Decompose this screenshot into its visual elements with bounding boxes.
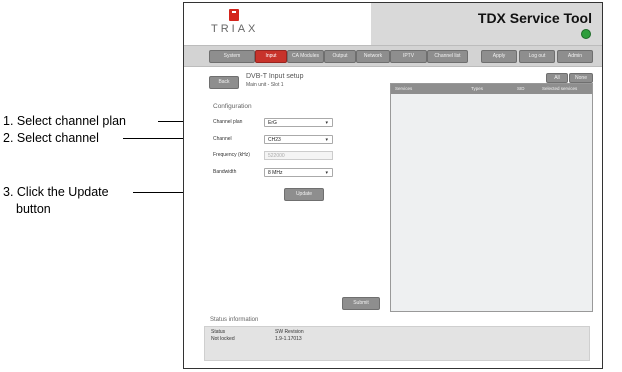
col-selected-services: Selected services	[542, 86, 578, 91]
channel-plan-value: ErG	[268, 120, 277, 126]
annotation-click-update-line2: button	[16, 202, 51, 216]
services-table-header: Services Types SID Selected services	[391, 84, 592, 94]
bandwidth-label: Bandwidth	[213, 169, 237, 175]
status-box: Status Not locked SW Revision 1.9-1.1701…	[204, 326, 590, 361]
col-sid: SID	[517, 86, 525, 91]
chevron-down-icon: ▾	[325, 120, 328, 126]
bandwidth-select[interactable]: 8 MHz ▾	[264, 168, 333, 177]
logout-button[interactable]: Log out	[519, 50, 555, 63]
submit-button[interactable]: Submit	[342, 297, 380, 310]
tool-title: TDX Service Tool	[477, 10, 592, 26]
tab-channel-list[interactable]: Channel list	[427, 50, 468, 63]
bandwidth-value: 8 MHz	[268, 170, 283, 176]
update-button[interactable]: Update	[284, 188, 324, 201]
select-all-button[interactable]: All	[546, 73, 568, 83]
tab-system[interactable]: System	[209, 50, 255, 63]
triax-logo-icon	[229, 9, 239, 21]
tab-ca-modules[interactable]: CA Modules	[287, 50, 324, 63]
chevron-down-icon: ▾	[325, 170, 328, 176]
frequency-field: 522000	[264, 151, 333, 160]
annotation-select-channel: 2. Select channel	[3, 131, 99, 145]
admin-button[interactable]: Admin	[557, 50, 593, 63]
col-types: Types	[471, 86, 484, 91]
annotation-click-update: 3. Click the Update	[3, 185, 109, 199]
page-subtitle: Main unit - Slot 1	[246, 82, 284, 88]
col-services: Services	[395, 86, 413, 91]
status-led-icon	[581, 29, 591, 39]
back-button[interactable]: Back	[209, 76, 239, 89]
app-header: TRIAX TDX Service Tool	[184, 3, 602, 45]
chevron-down-icon: ▾	[325, 137, 328, 143]
page-title: DVB-T Input setup	[246, 73, 304, 80]
channel-plan-label: Channel plan	[213, 119, 243, 125]
frequency-label: Frequency (kHz)	[213, 152, 250, 158]
tab-network[interactable]: Network	[356, 50, 390, 63]
channel-plan-select[interactable]: ErG ▾	[264, 118, 333, 127]
apply-button[interactable]: Apply	[481, 50, 517, 63]
main-nav: System Input CA Modules Output Network I…	[184, 45, 602, 67]
status-heading: Status information	[210, 317, 259, 323]
annotation-select-channel-plan: 1. Select channel plan	[3, 114, 127, 128]
sw-revision-value: 1.9-1.17013	[275, 336, 302, 342]
services-panel: Services Types SID Selected services	[390, 83, 593, 312]
tab-output[interactable]: Output	[324, 50, 356, 63]
channel-value: CH23	[268, 137, 281, 143]
tab-input[interactable]: Input	[255, 50, 287, 63]
configuration-heading: Configuration	[213, 103, 252, 110]
channel-label: Channel	[213, 136, 232, 142]
status-label: Status	[211, 329, 226, 335]
app-window: TRIAX TDX Service Tool System Input CA M…	[183, 2, 603, 369]
tab-iptv[interactable]: IPTV	[390, 50, 427, 63]
select-none-button[interactable]: None	[569, 73, 593, 83]
sw-revision-label: SW Revision	[275, 329, 304, 335]
logo-text: TRIAX	[211, 23, 259, 35]
status-value: Not locked	[211, 336, 235, 342]
channel-select[interactable]: CH23 ▾	[264, 135, 333, 144]
